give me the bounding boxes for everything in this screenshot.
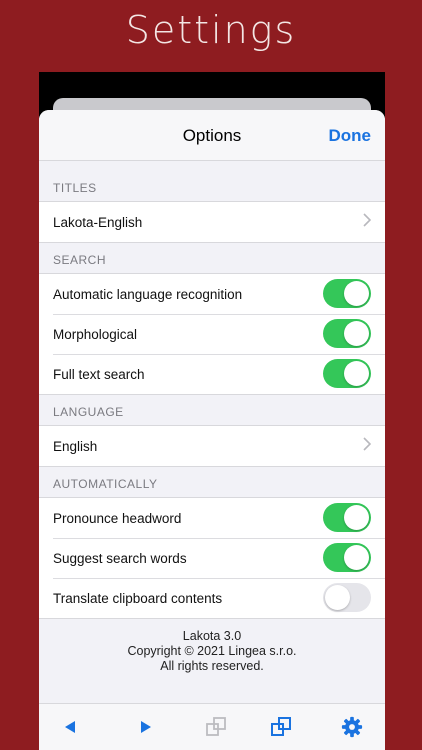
gear-icon[interactable]: [339, 714, 365, 740]
search-group: Automatic language recognition Morpholog…: [39, 273, 385, 395]
copyright-text: Copyright © 2021 Lingea s.r.o.: [127, 644, 297, 658]
section-header-search: SEARCH: [53, 253, 107, 267]
section-header-automatically: AUTOMATICALLY: [53, 477, 158, 491]
done-button[interactable]: Done: [329, 126, 372, 146]
toggle-knob: [344, 505, 369, 530]
row-suggest-search-words: Suggest search words: [39, 538, 385, 578]
forward-arrow-icon[interactable]: [133, 714, 159, 740]
options-sheet: Options Done TITLES Lakota-English SEARC…: [39, 110, 385, 750]
row-label: Suggest search words: [53, 550, 187, 566]
phone-screen: Options Done TITLES Lakota-English SEARC…: [39, 72, 385, 750]
row-label: Morphological: [53, 326, 138, 342]
row-dictionary-title[interactable]: Lakota-English: [39, 202, 385, 242]
titles-group: Lakota-English: [39, 201, 385, 243]
row-label: Lakota-English: [53, 214, 143, 230]
copy-disabled-icon[interactable]: [203, 714, 229, 740]
toggle-knob: [344, 361, 369, 386]
rights-text: All rights reserved.: [160, 659, 264, 673]
about-footer: Lakota 3.0 Copyright © 2021 Lingea s.r.o…: [39, 619, 385, 674]
auto-language-toggle[interactable]: [323, 279, 371, 308]
row-label: Translate clipboard contents: [53, 590, 223, 606]
row-morphological: Morphological: [39, 314, 385, 354]
options-navbar: Options Done: [39, 110, 385, 161]
pronounce-headword-toggle[interactable]: [323, 503, 371, 532]
row-label: Full text search: [53, 366, 145, 382]
full-text-search-toggle[interactable]: [323, 359, 371, 388]
morphological-toggle[interactable]: [323, 319, 371, 348]
toggle-knob: [325, 585, 350, 610]
chevron-right-icon: [363, 437, 372, 454]
row-auto-language: Automatic language recognition: [39, 274, 385, 314]
automatically-group: Pronounce headword Suggest search words …: [39, 497, 385, 619]
row-label: English: [53, 438, 98, 454]
row-label: Automatic language recognition: [53, 286, 243, 302]
row-label: Pronounce headword: [53, 510, 182, 526]
copy-icon[interactable]: [268, 714, 294, 740]
suggest-search-words-toggle[interactable]: [323, 543, 371, 572]
row-full-text-search: Full text search: [39, 354, 385, 394]
bottom-toolbar: [39, 703, 385, 750]
language-group: English: [39, 425, 385, 467]
app-version: Lakota 3.0: [182, 629, 242, 643]
chevron-right-icon: [363, 213, 372, 230]
row-pronounce-headword: Pronounce headword: [39, 498, 385, 538]
back-arrow-icon[interactable]: [57, 714, 83, 740]
toggle-knob: [344, 321, 369, 346]
banner-title: Settings: [125, 8, 297, 52]
section-header-titles: TITLES: [53, 181, 97, 195]
row-language[interactable]: English: [39, 426, 385, 466]
toggle-knob: [344, 545, 369, 570]
row-translate-clipboard: Translate clipboard contents: [39, 578, 385, 618]
section-header-language: LANGUAGE: [53, 405, 124, 419]
translate-clipboard-toggle[interactable]: [323, 583, 371, 612]
toggle-knob: [344, 281, 369, 306]
